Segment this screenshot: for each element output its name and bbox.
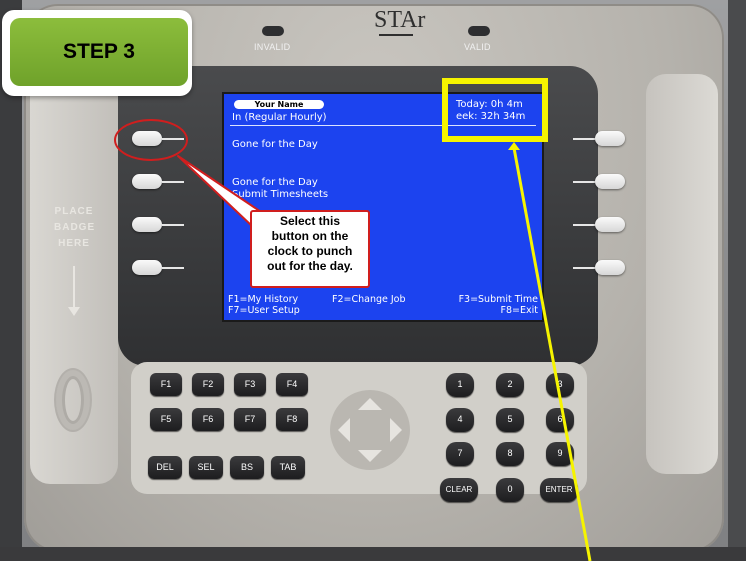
callout-circle [114, 119, 188, 161]
highlight-pointer-line [177, 142, 592, 561]
callout-text-line: Select this [279, 214, 341, 228]
callout-text-line: out for the day. [267, 259, 353, 273]
photo-scene: PLACE BADGE HERE INVALID VALID STAr Your… [0, 0, 746, 561]
callout-text-line: clock to punch [267, 244, 353, 258]
callout-text-line: button on the [271, 229, 349, 243]
callout-box: Select this button on the clock to punch… [250, 210, 370, 288]
pointer-line-segment [512, 147, 592, 561]
